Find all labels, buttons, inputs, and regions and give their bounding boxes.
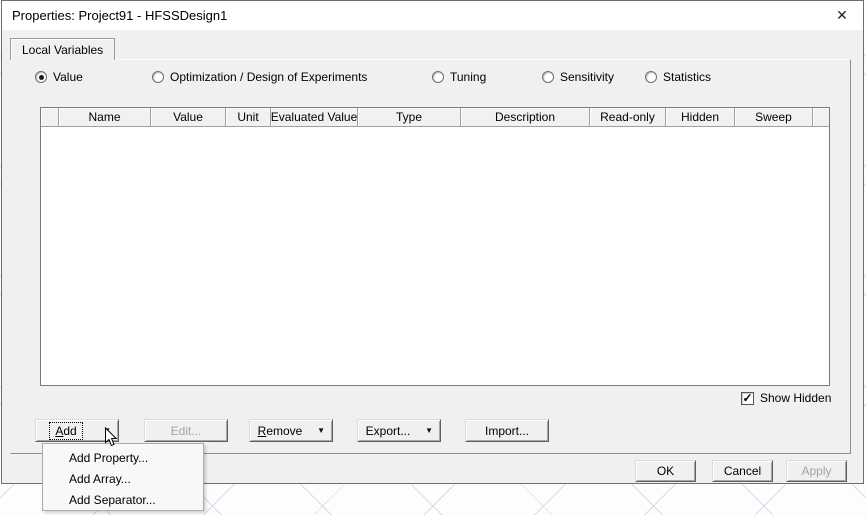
app-background: { "window": { "title": "Properties: Proj… — [0, 0, 866, 515]
tab-label: Local Variables — [22, 42, 104, 57]
menu-item-add-separator[interactable]: Add Separator... — [43, 489, 203, 510]
cancel-button-label: Cancel — [723, 464, 762, 478]
apply-button-label: Apply — [801, 464, 832, 478]
mouse-cursor — [104, 426, 118, 451]
apply-button[interactable]: Apply — [786, 460, 847, 482]
properties-dialog: Properties: Project91 - HFSSDesign1 ✕ Lo… — [1, 0, 864, 484]
close-icon: ✕ — [836, 7, 848, 23]
title-bar: Properties: Project91 - HFSSDesign1 ✕ — [2, 1, 863, 30]
ok-button[interactable]: OK — [635, 460, 696, 482]
window-title: Properties: Project91 - HFSSDesign1 — [12, 8, 228, 23]
tab-local-variables[interactable]: Local Variables — [10, 38, 116, 60]
tab-page — [10, 59, 851, 454]
cancel-button[interactable]: Cancel — [712, 460, 773, 482]
ok-button-label: OK — [656, 464, 675, 478]
add-dropdown-menu: Add Property... Add Array... Add Separat… — [42, 443, 204, 511]
close-button[interactable]: ✕ — [829, 4, 855, 27]
menu-item-add-array[interactable]: Add Array... — [43, 468, 203, 489]
menu-item-add-property[interactable]: Add Property... — [43, 447, 203, 468]
